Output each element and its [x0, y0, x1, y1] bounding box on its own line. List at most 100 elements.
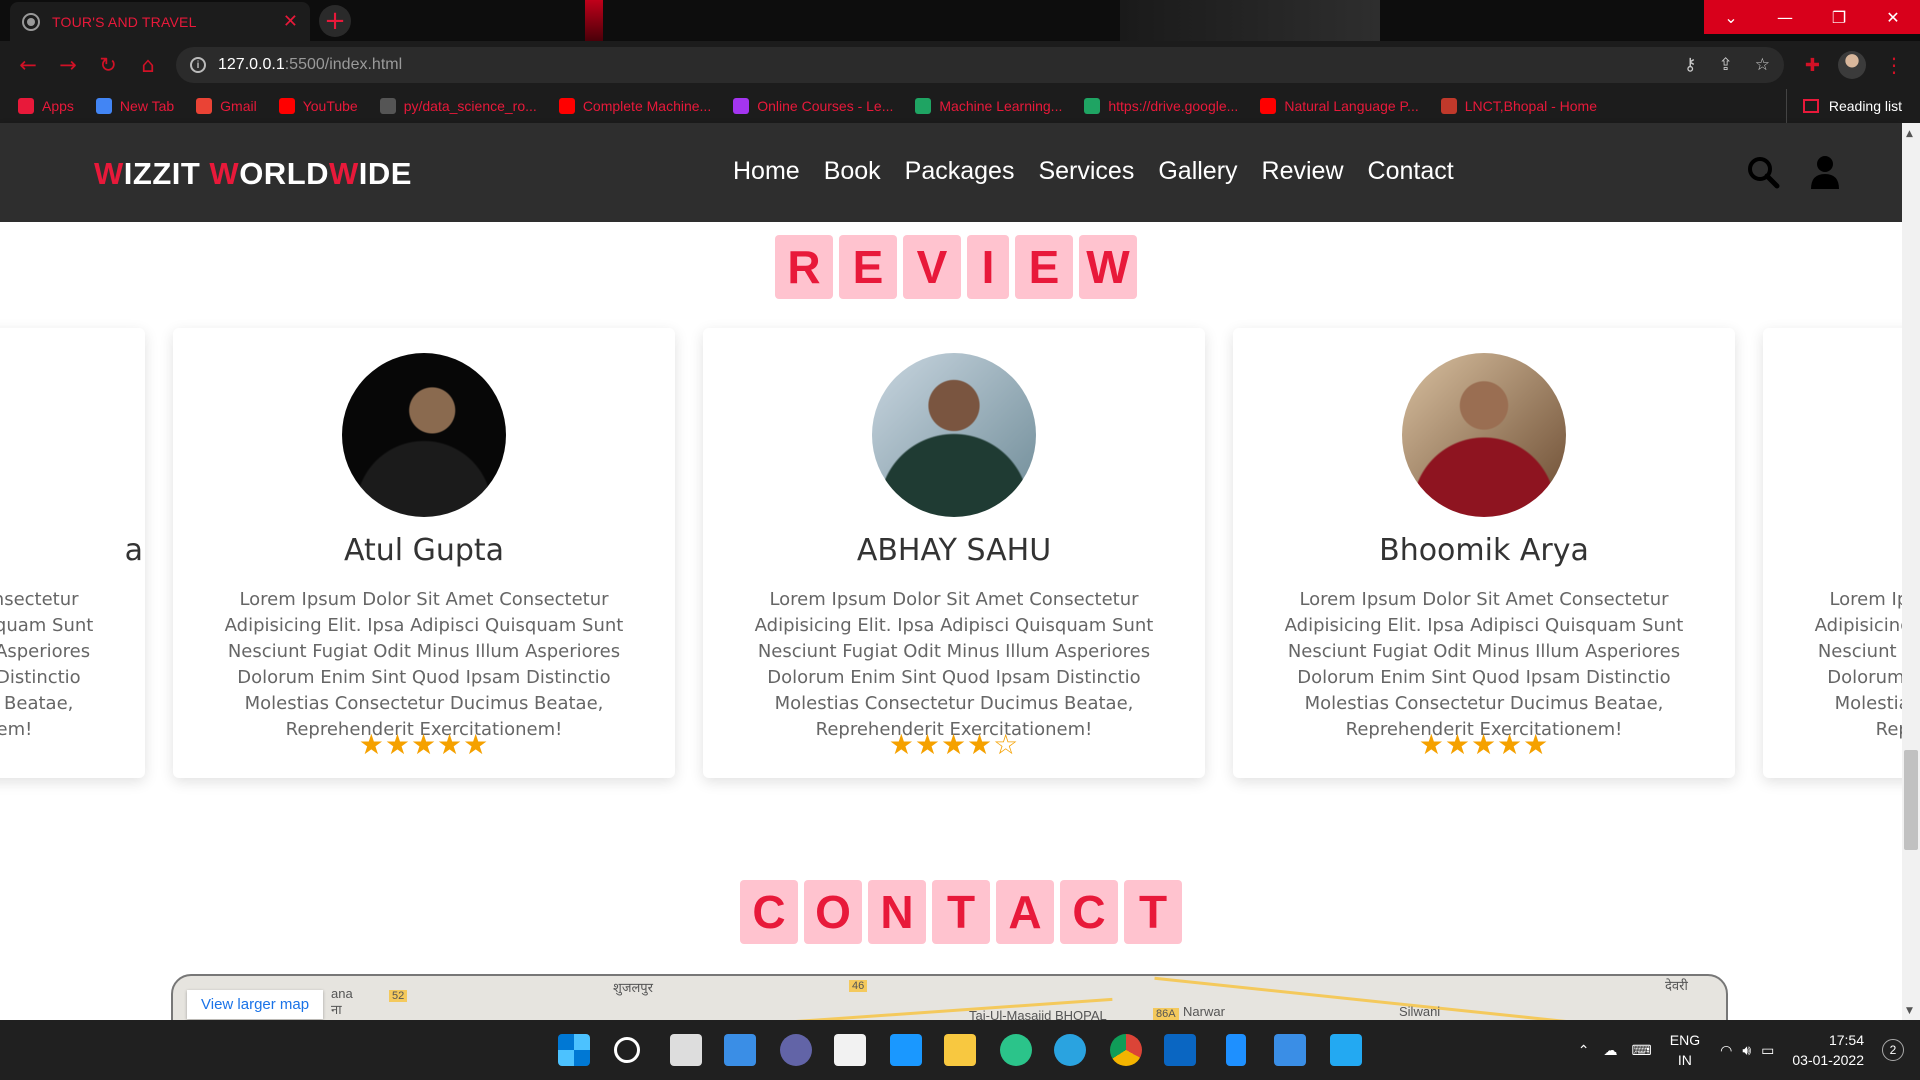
bookmark-item[interactable]: Online Courses - Le...	[733, 98, 893, 114]
reviewer-name: a	[124, 533, 143, 568]
notepad-icon[interactable]	[1226, 1034, 1246, 1066]
bookmark-item[interactable]: LNCT,Bhopal - Home	[1440, 98, 1598, 114]
store-icon[interactable]	[834, 1034, 866, 1066]
home-icon[interactable]: ⌂	[128, 45, 168, 85]
map-road-marker: 52	[389, 990, 408, 1002]
edge-icon[interactable]	[1000, 1034, 1032, 1066]
linkedin-icon[interactable]	[1164, 1034, 1196, 1066]
keyboard-icon[interactable]: ⌨	[1632, 1042, 1652, 1059]
reload-icon[interactable]: ↻	[88, 45, 128, 85]
site-info-icon[interactable]: i	[190, 57, 206, 73]
scrollbar-thumb[interactable]	[1904, 750, 1918, 850]
profile-avatar[interactable]	[1838, 51, 1866, 79]
minimize-icon[interactable]: —	[1758, 0, 1812, 34]
nav-packages[interactable]: Packages	[905, 157, 1015, 186]
nav-services[interactable]: Services	[1038, 157, 1134, 186]
bookmark-item[interactable]: Machine Learning...	[915, 98, 1062, 114]
vscode-icon[interactable]	[1330, 1034, 1362, 1066]
map-label: देवरी	[1665, 978, 1688, 993]
bookmark-item[interactable]: py/data_science_ro...	[379, 98, 537, 114]
extensions-icon[interactable]: ✚	[1805, 55, 1820, 76]
restore-icon[interactable]: ❐	[1812, 0, 1866, 34]
bookmark-item[interactable]: YouTube	[278, 98, 358, 114]
logo-letter: W	[329, 156, 359, 191]
chrome-menu-icon[interactable]: ⋮	[1884, 53, 1904, 77]
chrome-icon[interactable]	[1110, 1034, 1142, 1066]
file-explorer-icon[interactable]	[944, 1034, 976, 1066]
udemy-icon	[733, 98, 750, 114]
heading-letter: A	[996, 880, 1054, 944]
logo-text: IDE	[358, 156, 412, 191]
tray-overflow-icon[interactable]: ⌃	[1578, 1042, 1590, 1059]
bookmark-item[interactable]: Apps	[18, 98, 74, 114]
chat-icon[interactable]	[780, 1034, 812, 1066]
widgets-icon[interactable]	[724, 1034, 756, 1066]
windows-start-icon[interactable]	[558, 1034, 590, 1066]
google-map[interactable]: View larger map शुजलपुर Narwar Silwani द…	[171, 974, 1728, 1020]
volume-icon[interactable]: 🔊︎	[1742, 1042, 1751, 1059]
nav-home[interactable]: Home	[733, 157, 800, 186]
clock[interactable]: 17:54 03-01-2022	[1792, 1030, 1864, 1070]
scroll-down-icon[interactable]: ▼	[1906, 1006, 1913, 1016]
review-text: Lorem Ipsum Dolor Sit Amet Consectetur A…	[754, 589, 1154, 740]
address-bar[interactable]: i 127.0.0.1:5500/index.html ⚷ ⇪ ☆	[176, 47, 1784, 83]
heading-letter: N	[868, 880, 926, 944]
user-icon[interactable]	[1810, 155, 1840, 189]
bookmark-label: Natural Language P...	[1284, 98, 1419, 114]
star-filled-icon: ★	[410, 728, 438, 761]
search-icon[interactable]	[1746, 155, 1780, 189]
prime-video-icon[interactable]	[890, 1034, 922, 1066]
browser-tab[interactable]: TOUR'S AND TRAVEL ✕	[10, 2, 310, 41]
mail-icon[interactable]	[1274, 1034, 1306, 1066]
battery-icon[interactable]: ▭	[1761, 1042, 1774, 1059]
bookmark-item[interactable]: Natural Language P...	[1260, 98, 1419, 114]
share-icon[interactable]: ⇪	[1719, 55, 1733, 75]
bookmark-item[interactable]: New Tab	[95, 98, 174, 114]
site-logo[interactable]: WIZZIT WORLDWIDE	[94, 156, 412, 192]
bookmark-item[interactable]: Complete Machine...	[558, 98, 711, 114]
heading-letter: T	[1124, 880, 1182, 944]
contact-heading: CONTACT	[740, 880, 1182, 944]
task-view-icon[interactable]	[670, 1034, 702, 1066]
window-controls: ⌄ — ❐ ✕	[1704, 0, 1920, 34]
star-filled-icon: ★	[967, 728, 994, 761]
language-indicator[interactable]: ENG IN	[1670, 1030, 1700, 1070]
new-tab-button[interactable]: +	[319, 5, 351, 37]
logo-text: IZZIT	[123, 156, 210, 191]
tab-search-icon[interactable]: ⌄	[1704, 0, 1758, 34]
bookmark-label: Apps	[42, 98, 74, 114]
nav-review[interactable]: Review	[1262, 157, 1344, 186]
nav-contact[interactable]: Contact	[1368, 157, 1454, 186]
scroll-up-icon[interactable]: ▲	[1906, 129, 1913, 139]
key-icon[interactable]: ⚷	[1684, 55, 1696, 75]
site-header: WIZZIT WORLDWIDE Home Book Packages Serv…	[0, 123, 1902, 222]
bookmark-label: LNCT,Bhopal - Home	[1464, 98, 1598, 114]
bookmark-star-icon[interactable]: ☆	[1755, 55, 1770, 75]
clock-date: 03-01-2022	[1792, 1052, 1864, 1068]
onedrive-icon[interactable]: ☁	[1604, 1042, 1618, 1059]
back-icon[interactable]: ←	[8, 45, 48, 85]
review-card: Bhoomik Arya Lorem Ipsum Dolor Sit Amet C…	[1233, 328, 1735, 778]
nav-gallery[interactable]: Gallery	[1158, 157, 1237, 186]
page-scrollbar[interactable]: ▲ ▼	[1902, 123, 1920, 1020]
heading-letter: E	[1015, 235, 1073, 299]
bookmark-item[interactable]: https://drive.google...	[1084, 98, 1238, 114]
view-larger-map-link[interactable]: View larger map	[187, 990, 324, 1019]
notification-badge[interactable]: 2	[1882, 1039, 1904, 1061]
youtube-icon	[1260, 98, 1277, 114]
telegram-icon[interactable]	[1054, 1034, 1086, 1066]
forward-icon[interactable]: →	[48, 45, 88, 85]
wallpaper-streak	[1120, 0, 1380, 41]
close-window-icon[interactable]: ✕	[1866, 0, 1920, 34]
close-tab-icon[interactable]: ✕	[283, 11, 298, 32]
map-label: शुजलपुर	[613, 980, 654, 995]
omnibox-actions: ⚷ ⇪ ☆	[1684, 55, 1770, 75]
search-taskbar-icon[interactable]	[614, 1037, 640, 1063]
nav-book[interactable]: Book	[824, 157, 881, 186]
bookmark-item[interactable]: Gmail	[196, 98, 257, 114]
wifi-icon[interactable]: ◠	[1720, 1042, 1732, 1059]
reading-list-button[interactable]: Reading list	[1785, 89, 1902, 123]
bookmark-label: YouTube	[302, 98, 358, 114]
star-filled-icon: ★	[358, 728, 385, 761]
browser-tab-strip: TOUR'S AND TRAVEL ✕ + ⌄ — ❐ ✕	[0, 0, 1920, 41]
